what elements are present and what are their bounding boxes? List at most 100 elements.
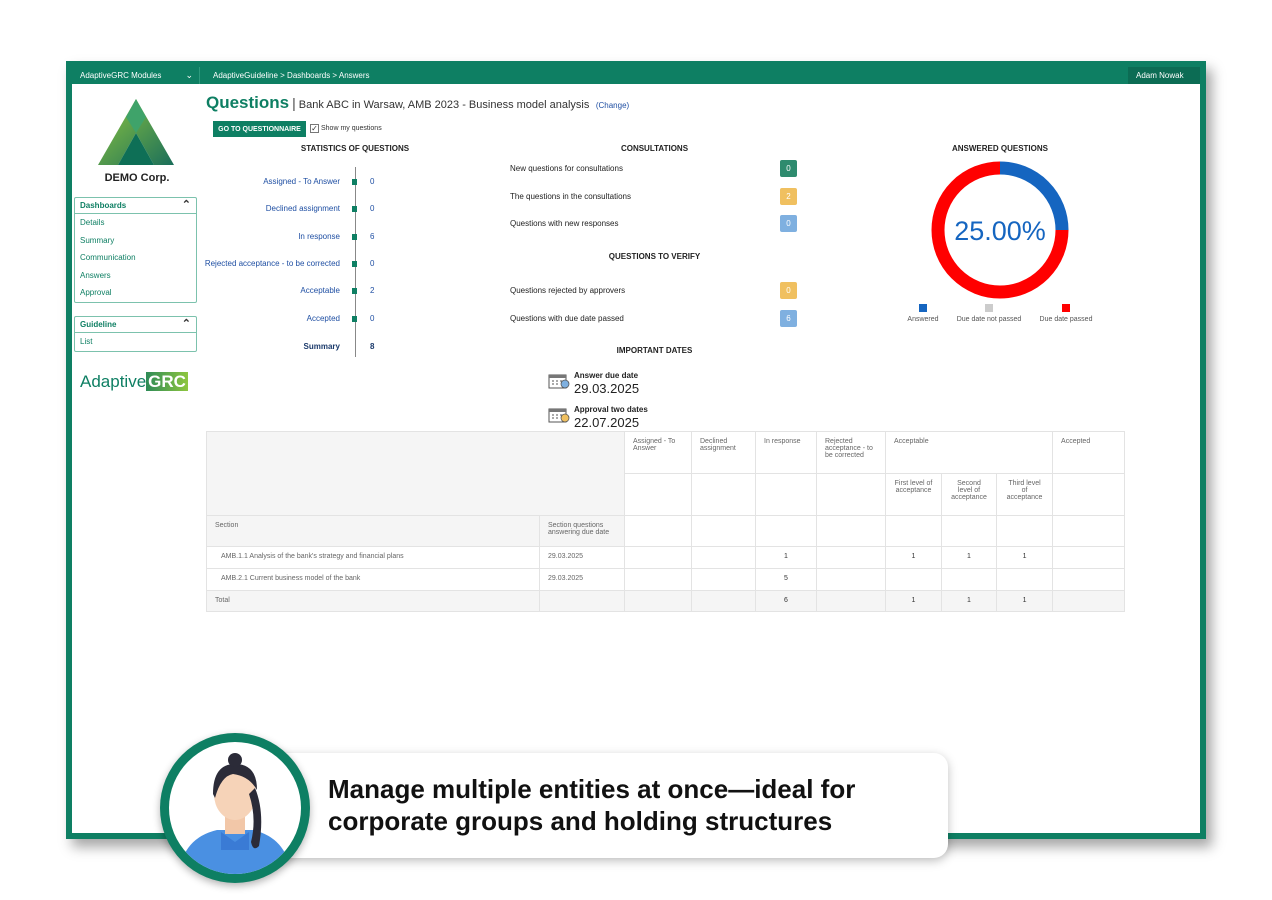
first-level-cell [885, 568, 942, 591]
stat-label: Assigned - To Answer [263, 177, 340, 186]
stat-row[interactable]: Accepted 0 [202, 314, 402, 326]
verify-row[interactable]: Questions with due date passed 6 [510, 310, 800, 328]
total-label: Total [206, 590, 540, 612]
verify-row[interactable]: Questions rejected by approvers 0 [510, 282, 800, 300]
nav-item-answers[interactable]: Answers [75, 267, 196, 285]
table-total-row: Total 6 1 1 1 [206, 590, 1126, 612]
total-second-level: 1 [941, 590, 997, 612]
stat-row[interactable]: Declined assignment 0 [202, 204, 402, 216]
col-header: Accepted [1052, 431, 1126, 474]
change-link[interactable]: (Change) [596, 101, 629, 110]
nav-item-list[interactable]: List [75, 333, 196, 351]
stat-value: 0 [370, 177, 375, 186]
subheader: First level of acceptance [885, 473, 942, 516]
stat-label: In response [298, 232, 340, 241]
table-row[interactable]: AMB.1.1 Analysis of the bank's strategy … [206, 546, 1126, 569]
legend-item-answered: Answered [900, 304, 946, 323]
stat-label: Rejected acceptance - to be corrected [204, 259, 340, 268]
consultations-title: CONSULTATIONS [620, 144, 689, 153]
stat-label: Declined assignment [265, 204, 340, 213]
stat-row[interactable]: In response 6 [202, 232, 402, 244]
company-name: DEMO Corp. [104, 172, 170, 184]
col-header-section: Section [206, 515, 540, 547]
second-level-cell [941, 568, 997, 591]
stat-value: 8 [370, 342, 375, 351]
table-corner [206, 431, 625, 516]
brand-suffix: GRC [146, 372, 188, 391]
donut-center-label: 25.00% [954, 216, 1046, 246]
calendar-icon [548, 374, 570, 389]
empty-cell [624, 473, 692, 516]
title-separator: | [292, 95, 296, 111]
col-header: In response [755, 431, 817, 474]
go-to-questionnaire-button[interactable]: GO TO QUESTIONNAIRE [213, 121, 306, 137]
legend-item-not-passed: Due date not passed [952, 304, 1026, 323]
stat-row[interactable]: Acceptable 2 [202, 286, 402, 298]
third-level-cell [995, 568, 1054, 591]
in-response-cell: 5 [755, 568, 817, 591]
dashboards-nav-header[interactable]: Dashboards ⌃ [75, 198, 196, 214]
calendar-icon [548, 408, 570, 423]
table-row[interactable]: AMB.2.1 Current business model of the ba… [206, 568, 1126, 591]
first-level-cell: 1 [885, 546, 942, 569]
app-window: AdaptiveGRC Modules ⌄ AdaptiveGuideline … [72, 67, 1200, 833]
top-bar: AdaptiveGRC Modules ⌄ AdaptiveGuideline … [72, 67, 1200, 84]
modules-dropdown[interactable]: AdaptiveGRC Modules ⌄ [72, 67, 200, 84]
total-in-response: 6 [755, 590, 817, 612]
legend-label: Answered [907, 316, 939, 323]
guideline-nav-header[interactable]: Guideline ⌃ [75, 317, 196, 333]
company-logo [98, 99, 174, 165]
verify-label: Questions rejected by approvers [510, 286, 626, 295]
legend-label: Due date passed [1039, 316, 1093, 323]
stat-row[interactable]: Assigned - To Answer 0 [202, 177, 402, 189]
dashboards-nav: Dashboards ⌃ Details Summary Communicati… [74, 197, 197, 303]
date-label: Approval two dates [574, 405, 648, 414]
caption-text: Manage multiple entities at once—ideal f… [328, 774, 856, 836]
breadcrumb[interactable]: AdaptiveGuideline > Dashboards > Answers [213, 71, 370, 80]
stat-label: Acceptable [300, 286, 340, 295]
stat-label: Accepted [306, 314, 340, 323]
statistics-title: STATISTICS OF QUESTIONS [300, 144, 410, 153]
col-header: Declined assignment [691, 431, 756, 474]
section-cell: AMB.2.1 Current business model of the ba… [206, 568, 540, 591]
guideline-nav-title: Guideline [80, 320, 117, 329]
empty-cell [1052, 473, 1126, 516]
legend-swatch [985, 304, 993, 312]
stat-row[interactable]: Rejected acceptance - to be corrected 0 [202, 259, 402, 271]
subheader: Second level of acceptance [941, 473, 997, 516]
section-cell: AMB.1.1 Analysis of the bank's strategy … [206, 546, 540, 569]
page-header: Questions | Bank ABC in Warsaw, AMB 2023 -… [206, 93, 629, 113]
show-my-questions-toggle[interactable]: ✓ Show my questions [310, 124, 382, 133]
nav-item-approval[interactable]: Approval [75, 284, 196, 302]
col-header: Acceptable [884, 431, 1054, 474]
page-subtitle: Bank ABC in Warsaw, AMB 2023 - Business … [298, 99, 590, 111]
consultation-row[interactable]: Questions with new responses 0 [510, 215, 800, 233]
consultation-row[interactable]: The questions in the consultations 2 [510, 188, 800, 206]
col-header-due: Section questions answering due date [539, 515, 625, 547]
dashboards-nav-title: Dashboards [80, 201, 127, 210]
col-header: Assigned - To Answer [624, 431, 692, 474]
legend-swatch [919, 304, 927, 312]
date-value: 29.03.2025 [574, 381, 640, 396]
page-title: Questions [206, 93, 290, 112]
legend-item-passed: Due date passed [1034, 304, 1098, 323]
nav-item-communication[interactable]: Communication [75, 249, 196, 267]
adaptivegrc-logo: Adaptive GRC [80, 372, 188, 392]
legend-swatch [1062, 304, 1070, 312]
answers-table: Assigned - To Answer Declined assignment… [206, 431, 1126, 612]
date-label: Answer due date [574, 371, 639, 380]
nav-item-details[interactable]: Details [75, 214, 196, 232]
stat-marker [352, 179, 357, 185]
verify-label: Questions with due date passed [510, 314, 624, 323]
show-my-questions-label: Show my questions [321, 125, 382, 132]
person-icon [179, 753, 291, 874]
checkbox-checked-icon[interactable]: ✓ [310, 124, 319, 133]
stat-summary-row: Summary 8 [202, 342, 402, 354]
answered-donut-chart: 25.00% [931, 161, 1069, 299]
date-value: 22.07.2025 [574, 415, 640, 430]
nav-item-summary[interactable]: Summary [75, 232, 196, 250]
user-menu[interactable]: Adam Nowak [1128, 67, 1200, 84]
due-cell: 29.03.2025 [539, 568, 625, 591]
consultation-row[interactable]: New questions for consultations 0 [510, 160, 800, 178]
consultation-label: New questions for consultations [510, 164, 623, 173]
